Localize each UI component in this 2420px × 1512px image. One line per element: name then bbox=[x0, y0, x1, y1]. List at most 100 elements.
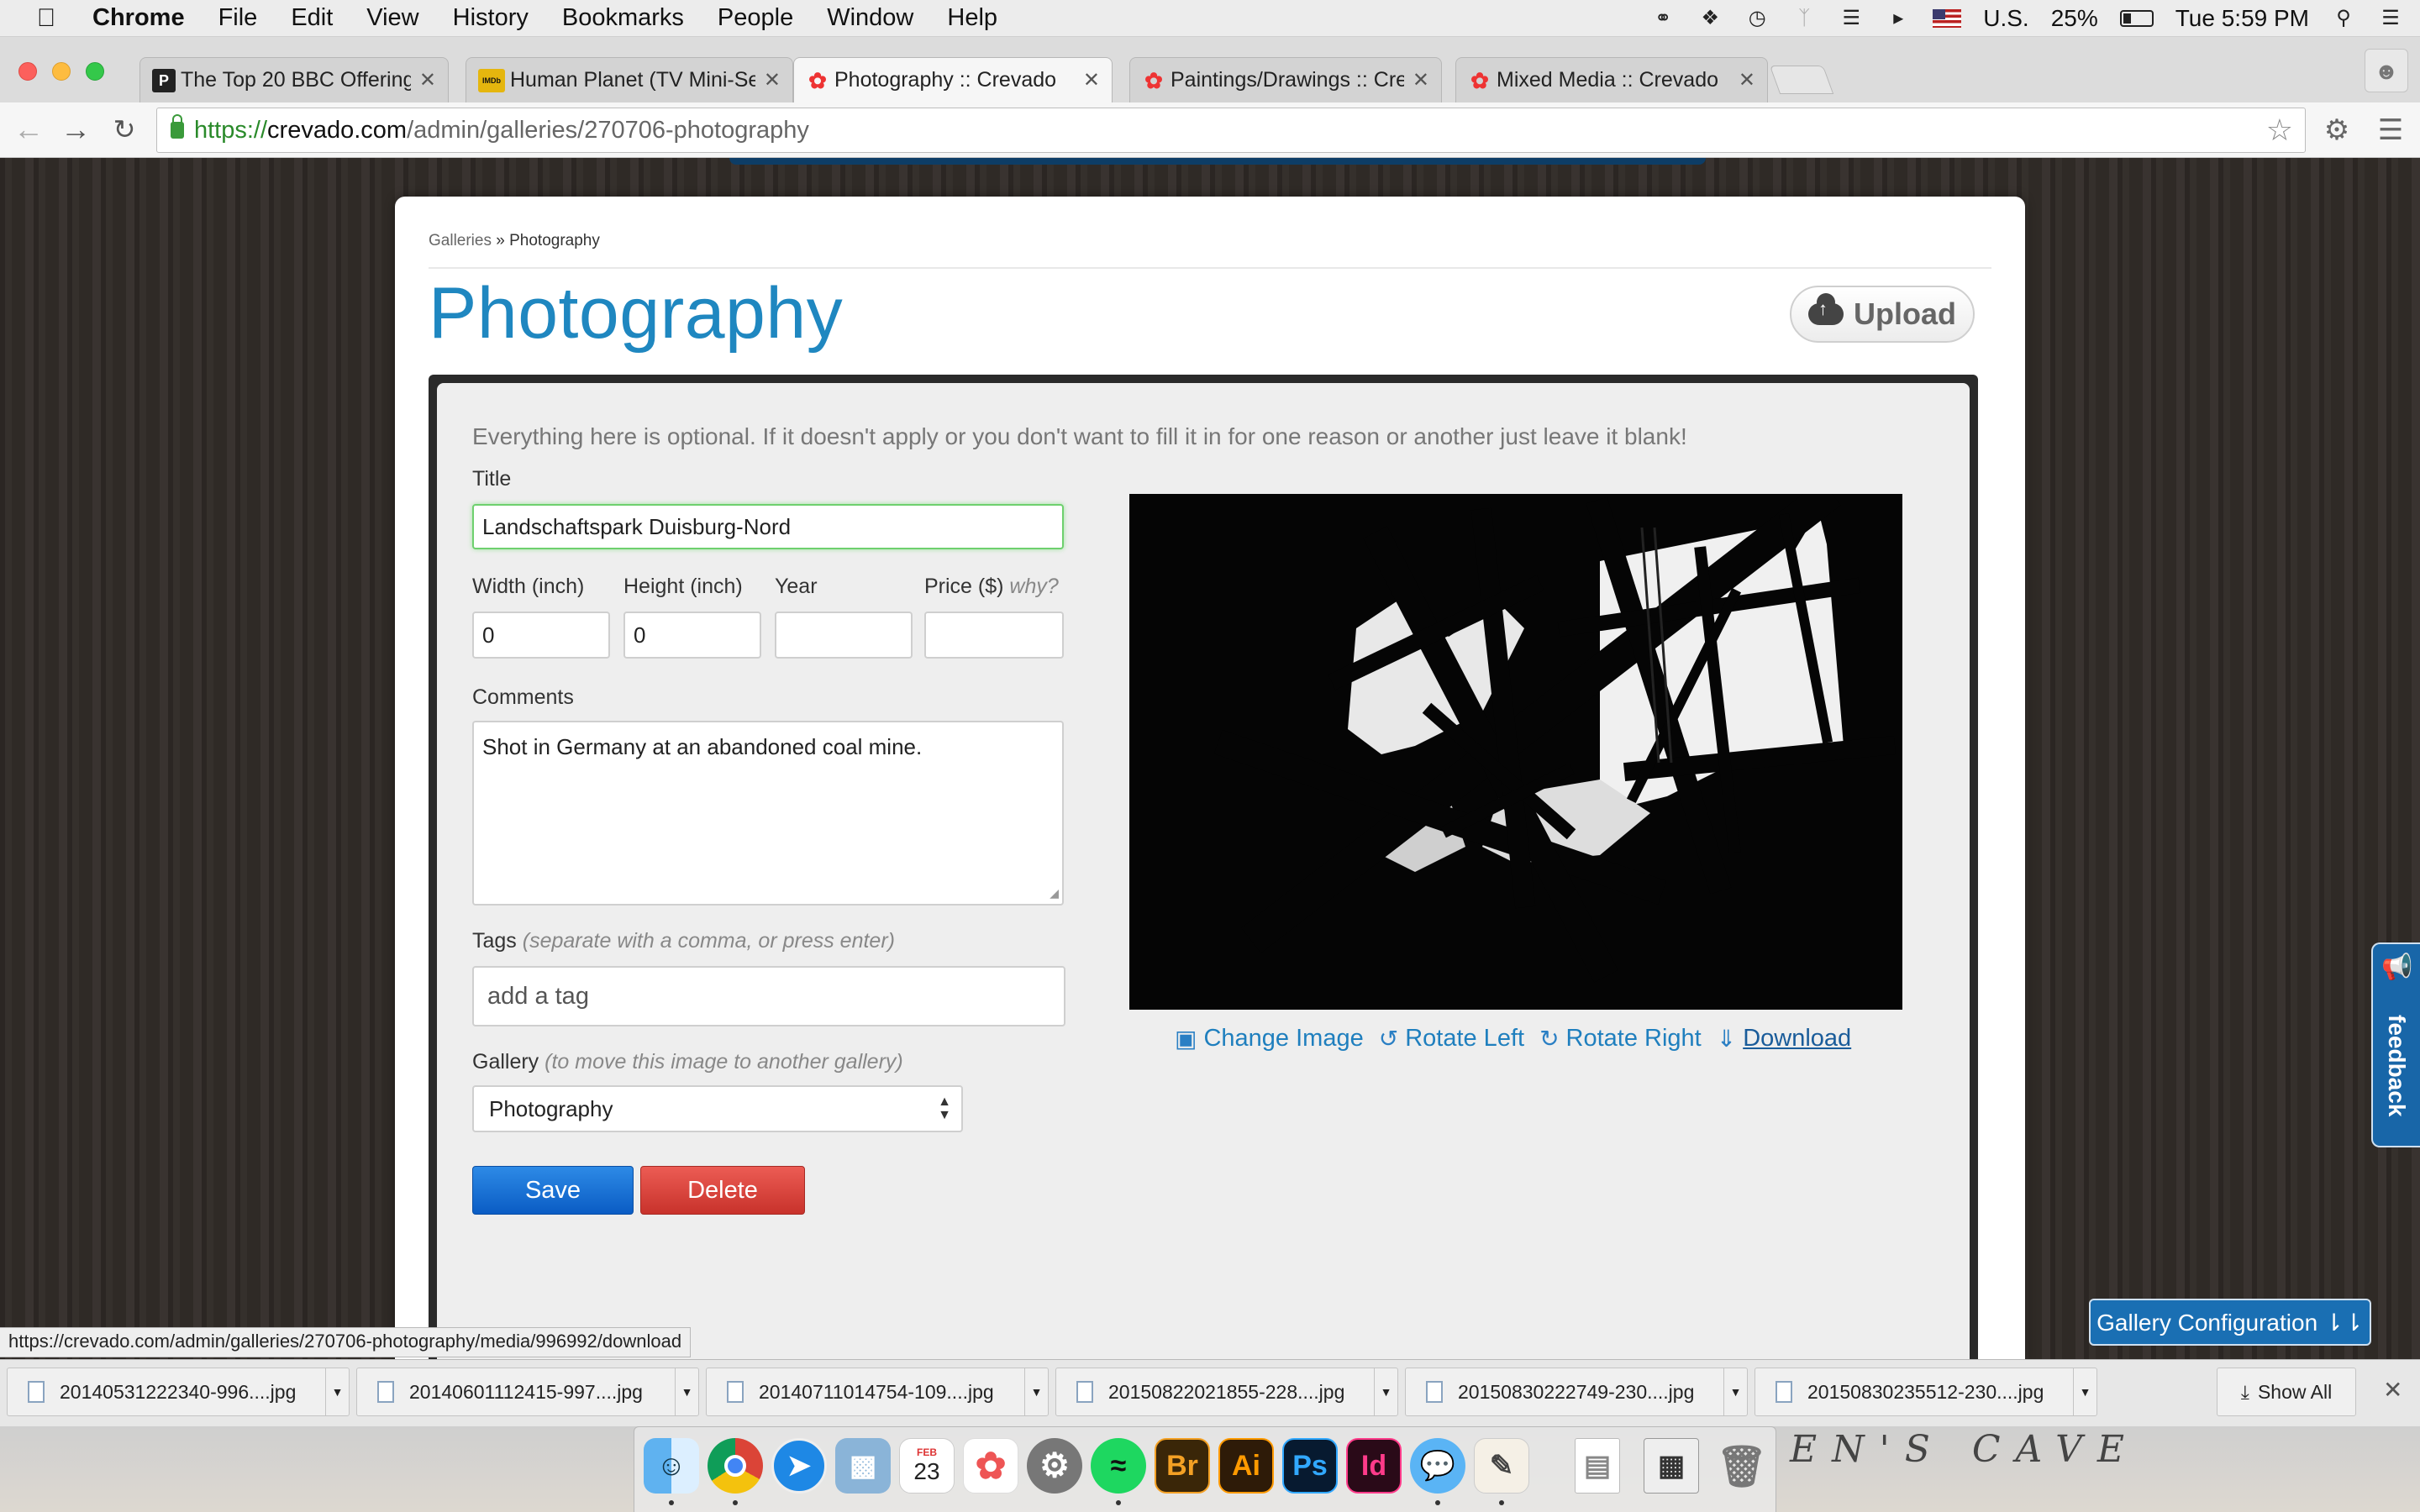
menu-people[interactable]: People bbox=[701, 4, 810, 32]
menu-app-name[interactable]: Chrome bbox=[92, 4, 202, 32]
tab-human-planet[interactable]: IMDb Human Planet (TV Mini-Ser ✕ bbox=[466, 57, 793, 102]
creative-cloud-icon[interactable]: ⚭ bbox=[1650, 8, 1676, 29]
download-menu-caret-icon[interactable]: ▼ bbox=[1374, 1368, 1397, 1415]
finder-icon[interactable]: ☺ bbox=[644, 1438, 699, 1494]
price-input[interactable] bbox=[924, 612, 1064, 659]
downloads-stack-icon[interactable]: ▦ bbox=[1644, 1438, 1699, 1494]
download-item[interactable]: 20140711014754-109....jpg ▼ bbox=[706, 1368, 1049, 1416]
tags-input[interactable]: add a tag bbox=[472, 966, 1065, 1026]
menu-edit[interactable]: Edit bbox=[274, 4, 350, 32]
bridge-icon[interactable]: Br bbox=[1155, 1438, 1210, 1494]
time-machine-icon[interactable]: ◷ bbox=[1744, 8, 1770, 29]
menu-view[interactable]: View bbox=[350, 4, 435, 32]
crevado-flower-icon: ✿ bbox=[808, 67, 827, 93]
wifi-icon[interactable]: ☰ bbox=[1839, 8, 1864, 29]
trash-icon[interactable]: 🗑 bbox=[1714, 1438, 1770, 1494]
preview-icon[interactable]: ▩ bbox=[835, 1438, 891, 1494]
address-bar[interactable]: https:// crevado.com /admin/galleries/27… bbox=[156, 108, 2306, 153]
download-menu-caret-icon[interactable]: ▼ bbox=[2073, 1368, 2096, 1415]
window-zoom-button[interactable] bbox=[86, 62, 104, 81]
input-source-label[interactable]: U.S. bbox=[1983, 5, 2028, 32]
illustrator-icon[interactable]: Ai bbox=[1218, 1438, 1274, 1494]
menu-history[interactable]: History bbox=[436, 4, 545, 32]
menubar-clock[interactable]: Tue 5:59 PM bbox=[2175, 5, 2309, 32]
bluetooth-icon[interactable]: ᛉ bbox=[1791, 8, 1817, 29]
profile-avatar-icon[interactable]: ☻ bbox=[2365, 49, 2408, 92]
bookmark-star-icon[interactable]: ☆ bbox=[2266, 113, 2293, 148]
chrome-menu-icon[interactable]: ☰ bbox=[2373, 113, 2408, 148]
battery-icon[interactable] bbox=[2119, 10, 2154, 27]
photoshop-icon[interactable]: Ps bbox=[1282, 1438, 1338, 1494]
battery-percent[interactable]: 25% bbox=[2051, 5, 2098, 32]
back-arrow-icon[interactable]: ← bbox=[12, 113, 45, 146]
download-menu-caret-icon[interactable]: ▼ bbox=[1723, 1368, 1747, 1415]
volume-icon[interactable]: ▸ bbox=[1886, 8, 1911, 29]
imdb-icon: IMDb bbox=[478, 68, 505, 92]
menu-help[interactable]: Help bbox=[930, 4, 1014, 32]
breadcrumb-galleries-link[interactable]: Galleries bbox=[429, 232, 492, 249]
menu-bookmarks[interactable]: Bookmarks bbox=[545, 4, 701, 32]
document-icon[interactable]: ▤ bbox=[1575, 1438, 1620, 1494]
tab-bbc-offerings[interactable]: P The Top 20 BBC Offerings ✕ bbox=[139, 57, 449, 102]
save-button[interactable]: Save bbox=[472, 1166, 634, 1215]
price-why-link[interactable]: why? bbox=[1009, 575, 1058, 598]
delete-button[interactable]: Delete bbox=[640, 1166, 805, 1215]
spotify-icon[interactable]: ≈ bbox=[1091, 1438, 1146, 1494]
notification-center-icon[interactable]: ☰ bbox=[2378, 8, 2403, 29]
change-image-link[interactable]: ▣ Change Image bbox=[1175, 1025, 1364, 1053]
rotate-left-link[interactable]: ↺ Rotate Left bbox=[1379, 1025, 1524, 1053]
download-item[interactable]: 20140601112415-997....jpg ▼ bbox=[356, 1368, 699, 1416]
download-link[interactable]: ⇓ Download bbox=[1717, 1025, 1851, 1053]
gallery-configuration-button[interactable]: Gallery Configuration ⇂⇂ bbox=[2089, 1299, 2371, 1346]
extension-icon[interactable]: ⚙ bbox=[2319, 113, 2354, 148]
indesign-icon[interactable]: Id bbox=[1346, 1438, 1402, 1494]
textarea-resize-handle-icon[interactable]: ◢ bbox=[1050, 886, 1059, 900]
year-input[interactable] bbox=[775, 612, 913, 659]
tab-close-icon[interactable]: ✕ bbox=[1413, 68, 1429, 92]
download-menu-caret-icon[interactable]: ▼ bbox=[325, 1368, 349, 1415]
safari-icon[interactable]: ➤ bbox=[771, 1438, 827, 1494]
reload-icon[interactable]: ↻ bbox=[108, 113, 141, 146]
tab-photography-crevado[interactable]: ✿ Photography :: Crevado ✕ bbox=[793, 57, 1113, 102]
messages-icon[interactable]: 💬 bbox=[1410, 1438, 1465, 1494]
show-all-downloads-button[interactable]: ⤓ Show All bbox=[2217, 1368, 2356, 1416]
tab-mixed-media-crevado[interactable]: ✿ Mixed Media :: Crevado ✕ bbox=[1455, 57, 1768, 102]
gallery-select[interactable]: Photography ▲ ▼ bbox=[472, 1085, 963, 1132]
file-icon bbox=[28, 1381, 45, 1403]
download-menu-caret-icon[interactable]: ▼ bbox=[675, 1368, 698, 1415]
window-minimize-button[interactable] bbox=[52, 62, 71, 81]
download-item[interactable]: 20150830235512-230....jpg ▼ bbox=[1754, 1368, 2097, 1416]
calendar-icon[interactable]: FEB 23 bbox=[899, 1438, 955, 1494]
tab-close-icon[interactable]: ✕ bbox=[1083, 68, 1100, 92]
secure-lock-icon[interactable] bbox=[171, 114, 184, 139]
tab-close-icon[interactable]: ✕ bbox=[764, 68, 781, 92]
dropbox-icon[interactable]: ❖ bbox=[1697, 8, 1723, 29]
title-input[interactable]: Landschaftspark Duisburg-Nord bbox=[472, 504, 1064, 549]
tab-paintings-crevado[interactable]: ✿ Paintings/Drawings :: Crev ✕ bbox=[1129, 57, 1442, 102]
new-tab-button[interactable] bbox=[1769, 66, 1834, 94]
forward-arrow-icon[interactable]: → bbox=[59, 113, 92, 146]
menu-window[interactable]: Window bbox=[810, 4, 930, 32]
window-close-button[interactable] bbox=[18, 62, 37, 81]
download-item[interactable]: 20150822021855-228....jpg ▼ bbox=[1055, 1368, 1398, 1416]
comments-textarea[interactable]: Shot in Germany at an abandoned coal min… bbox=[472, 721, 1064, 906]
system-preferences-icon[interactable]: ⚙ bbox=[1027, 1438, 1082, 1494]
rotate-right-link[interactable]: ↻ Rotate Right bbox=[1539, 1025, 1702, 1053]
upload-button[interactable]: Upload bbox=[1790, 286, 1975, 343]
spotlight-search-icon[interactable]: ⚲ bbox=[2331, 8, 2356, 29]
us-flag-icon[interactable] bbox=[1933, 9, 1962, 28]
photos-icon[interactable]: ✿ bbox=[963, 1438, 1018, 1494]
textedit-icon[interactable]: ✎ bbox=[1474, 1438, 1529, 1494]
download-menu-caret-icon[interactable]: ▼ bbox=[1024, 1368, 1048, 1415]
tab-close-icon[interactable]: ✕ bbox=[1739, 68, 1755, 92]
menu-file[interactable]: File bbox=[202, 4, 275, 32]
feedback-tab[interactable]: 📢 feedback bbox=[2371, 942, 2420, 1147]
download-item[interactable]: 20150830222749-230....jpg ▼ bbox=[1405, 1368, 1748, 1416]
width-input[interactable]: 0 bbox=[472, 612, 610, 659]
shelf-close-icon[interactable]: ✕ bbox=[2383, 1376, 2402, 1404]
tab-close-icon[interactable]: ✕ bbox=[419, 68, 436, 92]
chrome-icon[interactable] bbox=[708, 1438, 763, 1494]
download-item[interactable]: 20140531222340-996....jpg ▼ bbox=[7, 1368, 350, 1416]
apple-menu-icon[interactable]:  bbox=[0, 4, 92, 33]
height-input[interactable]: 0 bbox=[623, 612, 761, 659]
